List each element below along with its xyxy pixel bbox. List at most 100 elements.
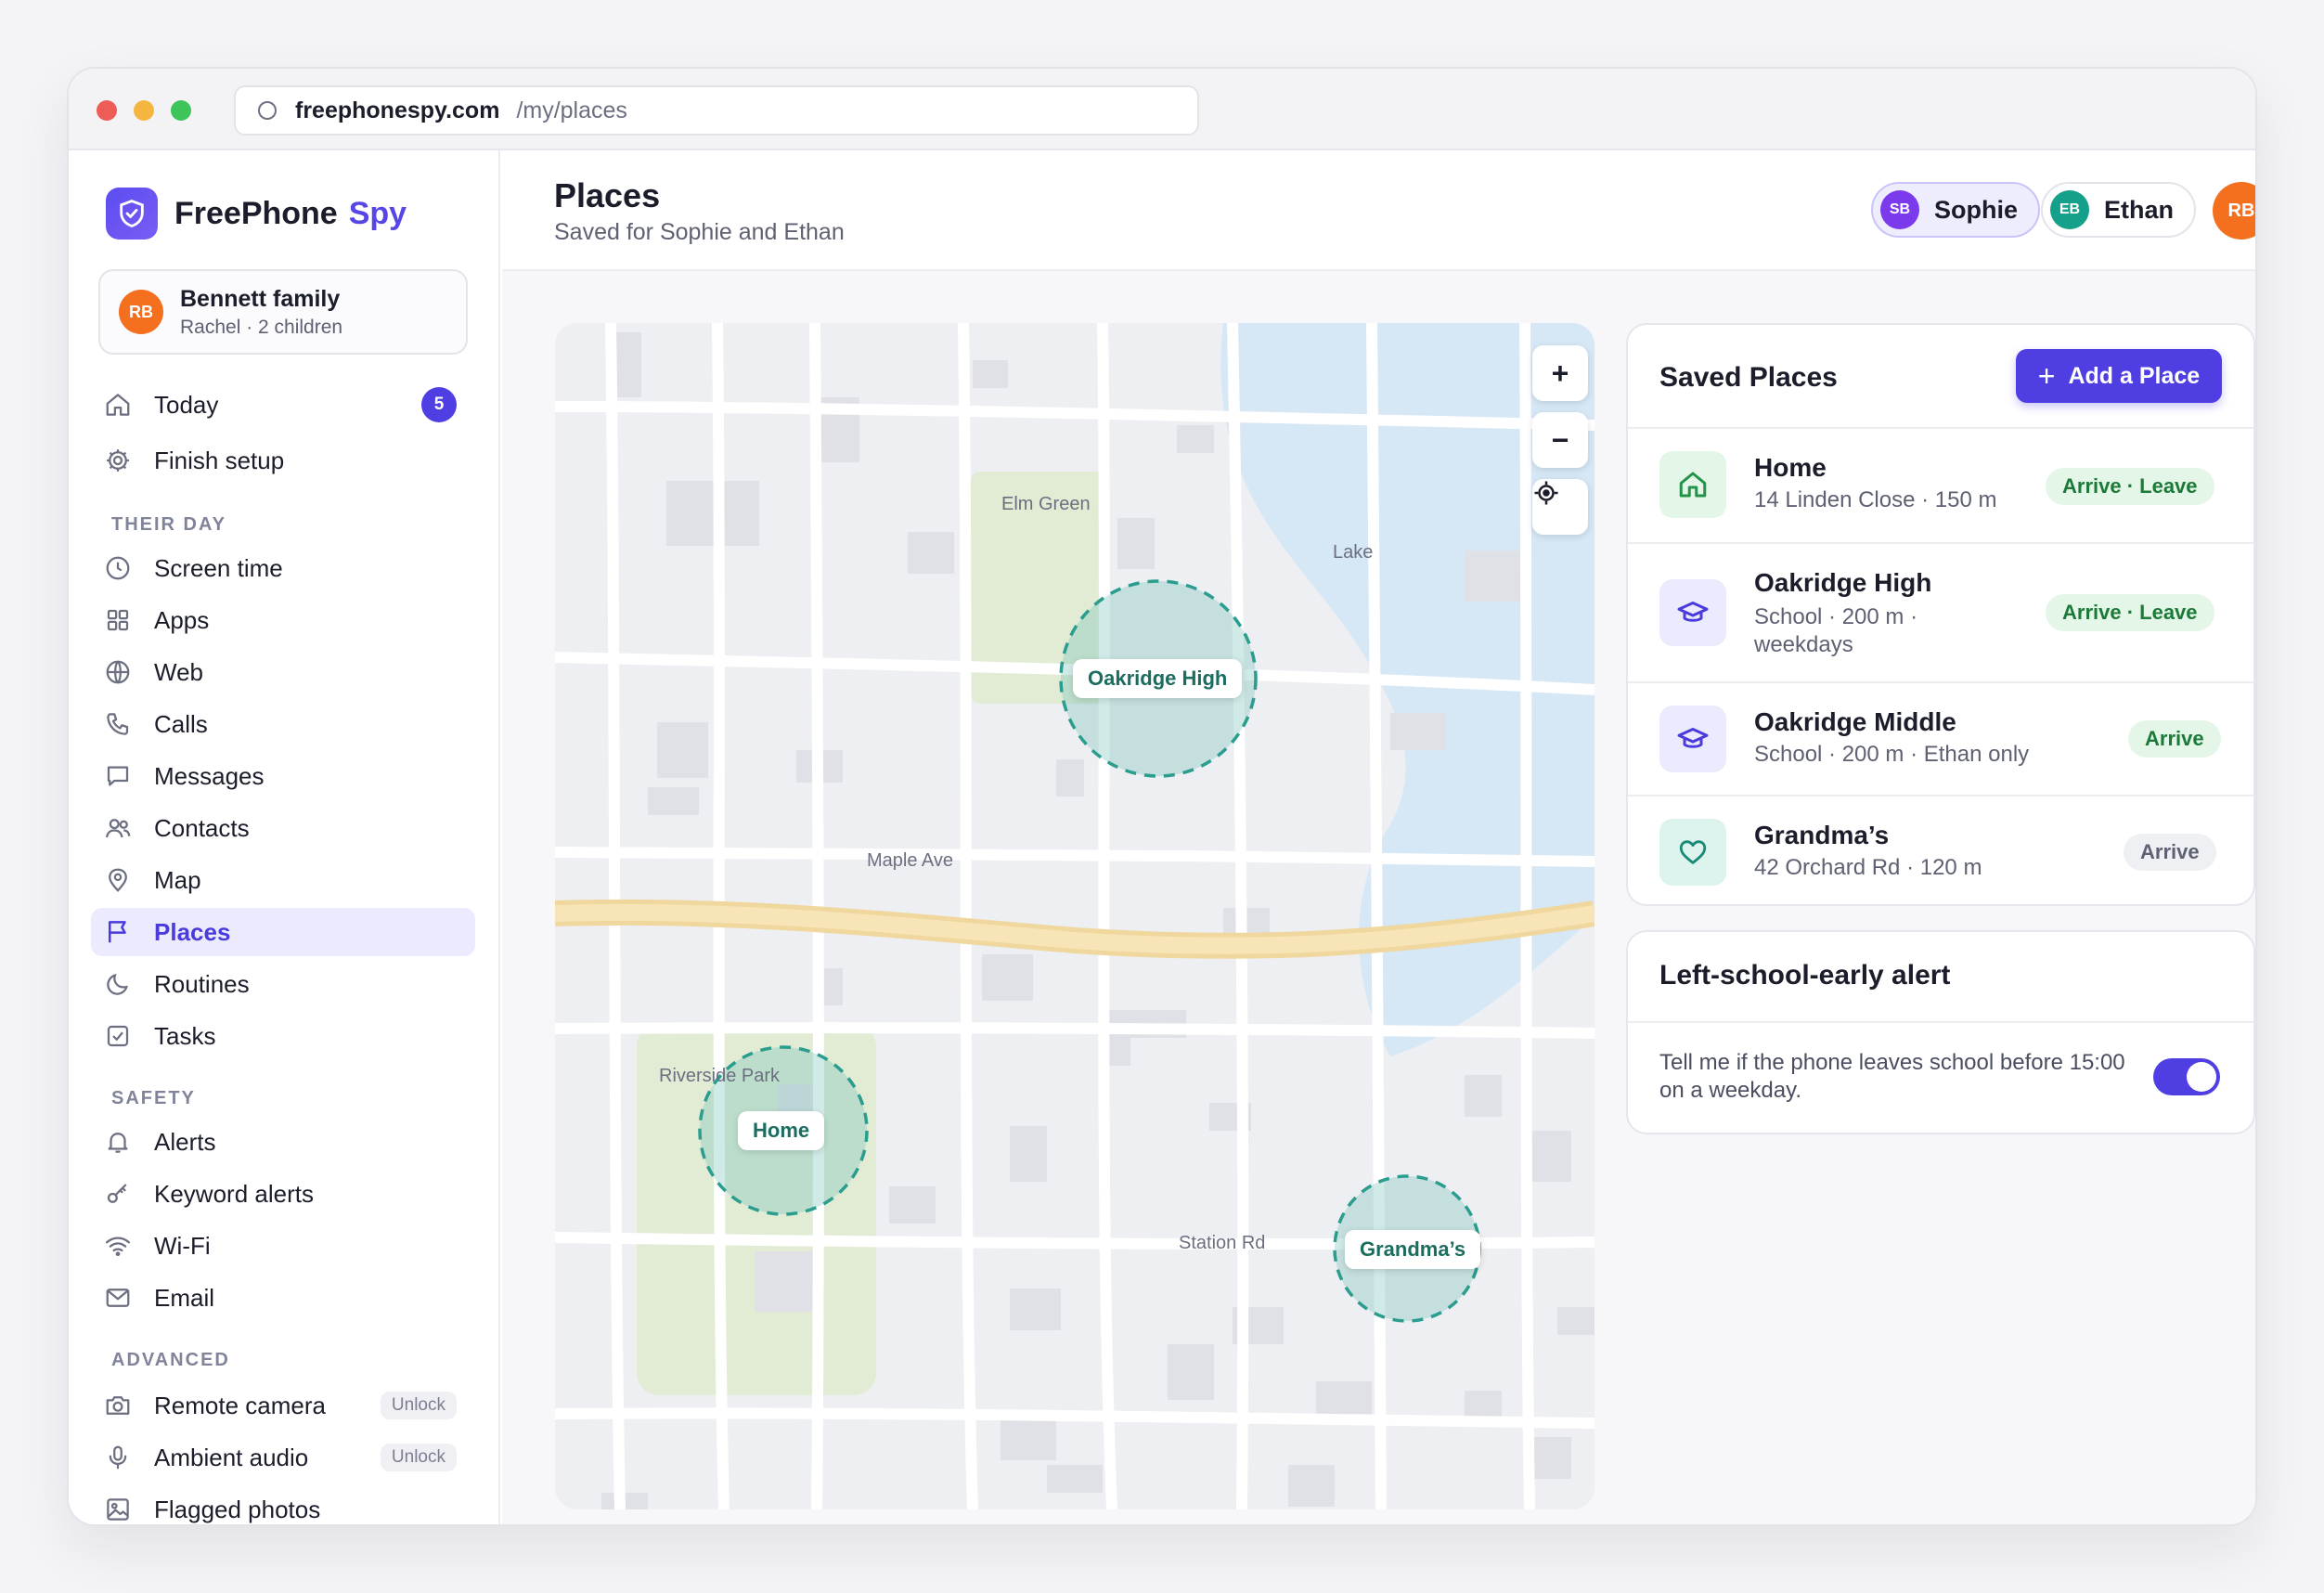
place-pin-home[interactable]: Home: [738, 1111, 825, 1150]
sidebar-item-label: Flagged photos: [154, 1495, 321, 1523]
trigger-badge: Arrive · Leave: [2046, 594, 2214, 631]
house-icon: [1659, 451, 1726, 518]
map-label-elm-green: Elm Green: [1001, 494, 1091, 514]
sidebar-item-wifi[interactable]: Wi-Fi: [91, 1222, 475, 1270]
moon-icon: [102, 968, 134, 1000]
sidebar-item-tasks[interactable]: Tasks: [91, 1012, 475, 1060]
user-avatar[interactable]: RB: [2213, 182, 2255, 240]
section-advanced: ADVANCED: [111, 1350, 230, 1370]
family-avatar: RB: [119, 290, 163, 334]
globe-icon: [102, 656, 134, 688]
family-name: Bennett family: [180, 285, 341, 312]
child-chip-sophie[interactable]: SB Sophie: [1871, 182, 2041, 238]
brand[interactable]: FreePhone Spy: [106, 188, 407, 240]
sidebar-item-label: Calls: [154, 709, 208, 738]
sidebar-item-label: Messages: [154, 761, 265, 790]
recenter-button[interactable]: [1532, 479, 1588, 535]
place-details: School · 200 m · weekdays: [1754, 604, 1918, 657]
zoom-in-button[interactable]: +: [1532, 345, 1588, 401]
map-label-riverside-park: Riverside Park: [659, 1066, 781, 1086]
clock-icon: [102, 552, 134, 584]
site-info-icon[interactable]: [258, 101, 277, 120]
family-switcher[interactable]: RB Bennett family Rachel · 2 children: [98, 269, 468, 355]
child-avatar: SB: [1880, 190, 1919, 229]
place-row-oakridge-high[interactable]: Oakridge High School · 200 m · weekdays …: [1628, 542, 2253, 681]
key-icon: [102, 1178, 134, 1210]
sidebar-item-remote-camera[interactable]: Remote camera Unlock: [91, 1381, 475, 1430]
sidebar-item-keyword-alerts[interactable]: Keyword alerts: [91, 1170, 475, 1218]
sidebar-item-today[interactable]: Today 5: [91, 381, 475, 429]
card-divider: [1628, 1021, 2253, 1023]
sidebar-item-routines[interactable]: Routines: [91, 960, 475, 1008]
place-row-home[interactable]: Home 14 Linden Close · 150 m Arrive · Le…: [1628, 427, 2253, 542]
section-safety: SAFETY: [111, 1088, 196, 1108]
sidebar-item-screen-time[interactable]: Screen time: [91, 544, 475, 592]
graduation-cap-icon: [1659, 706, 1726, 772]
place-name: Grandma’s: [1754, 821, 1890, 849]
sidebar-item-contacts[interactable]: Contacts: [91, 804, 475, 852]
envelope-icon: [102, 1282, 134, 1314]
minimize-window-button[interactable]: [134, 100, 154, 121]
zoom-out-button[interactable]: −: [1532, 412, 1588, 468]
sidebar-item-label: Keyword alerts: [154, 1179, 314, 1208]
bell-icon: [102, 1126, 134, 1158]
sidebar-item-alerts[interactable]: Alerts: [91, 1118, 475, 1166]
sidebar-item-apps[interactable]: Apps: [91, 596, 475, 644]
place-row-grandmas[interactable]: Grandma’s 42 Orchard Rd · 120 m Arrive: [1628, 795, 2253, 906]
brand-name: FreePhone: [174, 195, 338, 231]
left-school-early-card: Left-school-early alert Tell me if the p…: [1626, 930, 2255, 1134]
sidebar-item-label: Apps: [154, 605, 210, 634]
map-pin-icon: [102, 864, 134, 896]
saved-places-card: Saved Places + Add a Place Home 14 Linde…: [1626, 323, 2255, 906]
url-path: /my/places: [516, 97, 627, 123]
family-subtitle: Rachel · 2 children: [180, 316, 343, 338]
sidebar-item-ambient-audio[interactable]: Ambient audio Unlock: [91, 1433, 475, 1482]
camera-icon: [102, 1390, 134, 1421]
plus-icon: +: [2037, 358, 2056, 393]
place-pin-oakridge-high[interactable]: Oakridge High: [1073, 659, 1243, 698]
today-count-badge: 5: [421, 387, 457, 422]
sidebar-item-web[interactable]: Web: [91, 648, 475, 696]
message-icon: [102, 760, 134, 792]
sidebar-item-label: Routines: [154, 969, 250, 998]
address-bar[interactable]: freephonespy.com /my/places: [234, 85, 1199, 136]
sidebar-item-label: Ambient audio: [154, 1443, 309, 1471]
page-header: Places Saved for Sophie and Ethan SB Sop…: [502, 150, 2255, 271]
sidebar-item-finish-setup[interactable]: Finish setup: [91, 436, 475, 485]
toggle-knob: [2187, 1062, 2216, 1092]
map-label-station-rd: Station Rd: [1179, 1233, 1266, 1253]
map-label-lake: Lake: [1333, 542, 1374, 563]
sidebar-item-label: Tasks: [154, 1021, 216, 1050]
place-row-oakridge-middle[interactable]: Oakridge Middle School · 200 m · Ethan o…: [1628, 681, 2253, 795]
place-pin-grandmas[interactable]: Grandma’s: [1345, 1230, 1481, 1269]
child-name: Sophie: [1934, 195, 2019, 224]
sidebar-item-map[interactable]: Map: [91, 856, 475, 904]
sidebar-item-calls[interactable]: Calls: [91, 700, 475, 748]
child-chip-ethan[interactable]: EB Ethan: [2041, 182, 2197, 238]
phone-icon: [102, 708, 134, 740]
sidebar-item-places[interactable]: Places: [91, 908, 475, 956]
child-avatar: EB: [2050, 190, 2089, 229]
shield-logo-icon: [106, 188, 158, 240]
close-window-button[interactable]: [97, 100, 117, 121]
sidebar-item-label: Finish setup: [154, 446, 285, 474]
grid-icon: [102, 604, 134, 636]
add-place-button[interactable]: + Add a Place: [2016, 349, 2222, 403]
place-name: Home: [1754, 453, 1827, 482]
trigger-badge: Arrive · Leave: [2046, 468, 2214, 505]
sidebar-item-flagged-photos[interactable]: Flagged photos: [91, 1485, 475, 1524]
place-details: 14 Linden Close · 150 m: [1754, 487, 1997, 512]
map-view[interactable]: Elm Green Lake Maple Ave Riverside Park …: [555, 323, 1595, 1509]
wifi-icon: [102, 1230, 134, 1262]
graduation-cap-icon: [1659, 579, 1726, 646]
heart-icon: [1659, 819, 1726, 886]
sidebar-item-label: Remote camera: [154, 1391, 326, 1419]
sidebar-item-messages[interactable]: Messages: [91, 752, 475, 800]
flag-icon: [102, 916, 134, 948]
sidebar-item-label: Screen time: [154, 553, 283, 582]
left-school-early-toggle[interactable]: [2153, 1058, 2220, 1095]
sidebar-item-email[interactable]: Email: [91, 1274, 475, 1322]
browser-window: freephonespy.com /my/places FreePhone Sp…: [67, 67, 2257, 1526]
maximize-window-button[interactable]: [171, 100, 191, 121]
contacts-icon: [102, 812, 134, 844]
